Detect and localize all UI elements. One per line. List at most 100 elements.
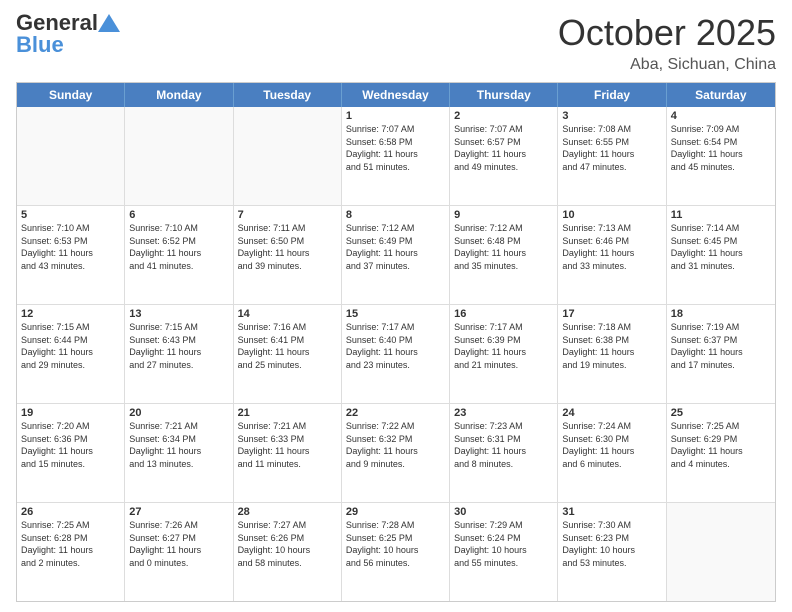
day-cell-25: 25Sunrise: 7:25 AM Sunset: 6:29 PM Dayli… <box>667 404 775 502</box>
day-cell-4: 4Sunrise: 7:09 AM Sunset: 6:54 PM Daylig… <box>667 107 775 205</box>
day-number: 5 <box>21 209 120 221</box>
header-day-tuesday: Tuesday <box>234 83 342 107</box>
day-info: Sunrise: 7:30 AM Sunset: 6:23 PM Dayligh… <box>562 519 661 569</box>
day-info: Sunrise: 7:20 AM Sunset: 6:36 PM Dayligh… <box>21 420 120 470</box>
day-info: Sunrise: 7:22 AM Sunset: 6:32 PM Dayligh… <box>346 420 445 470</box>
day-cell-2: 2Sunrise: 7:07 AM Sunset: 6:57 PM Daylig… <box>450 107 558 205</box>
day-info: Sunrise: 7:07 AM Sunset: 6:58 PM Dayligh… <box>346 123 445 173</box>
day-number: 24 <box>562 407 661 419</box>
day-cell-1: 1Sunrise: 7:07 AM Sunset: 6:58 PM Daylig… <box>342 107 450 205</box>
header-day-saturday: Saturday <box>667 83 775 107</box>
day-number: 15 <box>346 308 445 320</box>
day-cell-12: 12Sunrise: 7:15 AM Sunset: 6:44 PM Dayli… <box>17 305 125 403</box>
header-day-monday: Monday <box>125 83 233 107</box>
day-info: Sunrise: 7:11 AM Sunset: 6:50 PM Dayligh… <box>238 222 337 272</box>
page: General Blue October 2025 Aba, Sichuan, … <box>0 0 792 612</box>
day-cell-13: 13Sunrise: 7:15 AM Sunset: 6:43 PM Dayli… <box>125 305 233 403</box>
empty-cell-w0c2 <box>234 107 342 205</box>
day-cell-26: 26Sunrise: 7:25 AM Sunset: 6:28 PM Dayli… <box>17 503 125 601</box>
day-cell-29: 29Sunrise: 7:28 AM Sunset: 6:25 PM Dayli… <box>342 503 450 601</box>
day-cell-5: 5Sunrise: 7:10 AM Sunset: 6:53 PM Daylig… <box>17 206 125 304</box>
day-info: Sunrise: 7:24 AM Sunset: 6:30 PM Dayligh… <box>562 420 661 470</box>
day-cell-28: 28Sunrise: 7:27 AM Sunset: 6:26 PM Dayli… <box>234 503 342 601</box>
day-info: Sunrise: 7:17 AM Sunset: 6:40 PM Dayligh… <box>346 321 445 371</box>
day-cell-19: 19Sunrise: 7:20 AM Sunset: 6:36 PM Dayli… <box>17 404 125 502</box>
title-month: October 2025 <box>558 12 776 54</box>
day-cell-9: 9Sunrise: 7:12 AM Sunset: 6:48 PM Daylig… <box>450 206 558 304</box>
day-info: Sunrise: 7:13 AM Sunset: 6:46 PM Dayligh… <box>562 222 661 272</box>
week-row-3: 12Sunrise: 7:15 AM Sunset: 6:44 PM Dayli… <box>17 305 775 404</box>
day-info: Sunrise: 7:15 AM Sunset: 6:43 PM Dayligh… <box>129 321 228 371</box>
title-location: Aba, Sichuan, China <box>558 56 776 74</box>
header: General Blue October 2025 Aba, Sichuan, … <box>16 12 776 74</box>
calendar: SundayMondayTuesdayWednesdayThursdayFrid… <box>16 82 776 602</box>
day-info: Sunrise: 7:18 AM Sunset: 6:38 PM Dayligh… <box>562 321 661 371</box>
calendar-header: SundayMondayTuesdayWednesdayThursdayFrid… <box>17 83 775 107</box>
logo-icon <box>98 14 120 32</box>
day-number: 3 <box>562 110 661 122</box>
day-cell-11: 11Sunrise: 7:14 AM Sunset: 6:45 PM Dayli… <box>667 206 775 304</box>
day-cell-24: 24Sunrise: 7:24 AM Sunset: 6:30 PM Dayli… <box>558 404 666 502</box>
day-info: Sunrise: 7:12 AM Sunset: 6:49 PM Dayligh… <box>346 222 445 272</box>
day-cell-6: 6Sunrise: 7:10 AM Sunset: 6:52 PM Daylig… <box>125 206 233 304</box>
day-cell-3: 3Sunrise: 7:08 AM Sunset: 6:55 PM Daylig… <box>558 107 666 205</box>
day-number: 4 <box>671 110 771 122</box>
logo: General Blue <box>16 12 120 56</box>
day-info: Sunrise: 7:08 AM Sunset: 6:55 PM Dayligh… <box>562 123 661 173</box>
day-cell-14: 14Sunrise: 7:16 AM Sunset: 6:41 PM Dayli… <box>234 305 342 403</box>
day-info: Sunrise: 7:21 AM Sunset: 6:33 PM Dayligh… <box>238 420 337 470</box>
day-cell-22: 22Sunrise: 7:22 AM Sunset: 6:32 PM Dayli… <box>342 404 450 502</box>
day-number: 26 <box>21 506 120 518</box>
title-block: October 2025 Aba, Sichuan, China <box>558 12 776 74</box>
header-day-sunday: Sunday <box>17 83 125 107</box>
day-info: Sunrise: 7:09 AM Sunset: 6:54 PM Dayligh… <box>671 123 771 173</box>
day-number: 21 <box>238 407 337 419</box>
day-cell-10: 10Sunrise: 7:13 AM Sunset: 6:46 PM Dayli… <box>558 206 666 304</box>
day-cell-20: 20Sunrise: 7:21 AM Sunset: 6:34 PM Dayli… <box>125 404 233 502</box>
day-number: 18 <box>671 308 771 320</box>
day-number: 14 <box>238 308 337 320</box>
day-info: Sunrise: 7:19 AM Sunset: 6:37 PM Dayligh… <box>671 321 771 371</box>
day-info: Sunrise: 7:29 AM Sunset: 6:24 PM Dayligh… <box>454 519 553 569</box>
day-info: Sunrise: 7:28 AM Sunset: 6:25 PM Dayligh… <box>346 519 445 569</box>
day-info: Sunrise: 7:23 AM Sunset: 6:31 PM Dayligh… <box>454 420 553 470</box>
week-row-4: 19Sunrise: 7:20 AM Sunset: 6:36 PM Dayli… <box>17 404 775 503</box>
day-number: 12 <box>21 308 120 320</box>
header-day-thursday: Thursday <box>450 83 558 107</box>
header-day-friday: Friday <box>558 83 666 107</box>
day-number: 8 <box>346 209 445 221</box>
day-cell-15: 15Sunrise: 7:17 AM Sunset: 6:40 PM Dayli… <box>342 305 450 403</box>
day-info: Sunrise: 7:16 AM Sunset: 6:41 PM Dayligh… <box>238 321 337 371</box>
logo-general-text: General <box>16 12 98 34</box>
day-info: Sunrise: 7:10 AM Sunset: 6:53 PM Dayligh… <box>21 222 120 272</box>
day-number: 7 <box>238 209 337 221</box>
day-number: 23 <box>454 407 553 419</box>
week-row-2: 5Sunrise: 7:10 AM Sunset: 6:53 PM Daylig… <box>17 206 775 305</box>
day-info: Sunrise: 7:07 AM Sunset: 6:57 PM Dayligh… <box>454 123 553 173</box>
day-number: 27 <box>129 506 228 518</box>
empty-cell-w0c0 <box>17 107 125 205</box>
day-number: 6 <box>129 209 228 221</box>
day-info: Sunrise: 7:27 AM Sunset: 6:26 PM Dayligh… <box>238 519 337 569</box>
day-number: 19 <box>21 407 120 419</box>
day-cell-8: 8Sunrise: 7:12 AM Sunset: 6:49 PM Daylig… <box>342 206 450 304</box>
day-info: Sunrise: 7:26 AM Sunset: 6:27 PM Dayligh… <box>129 519 228 569</box>
week-row-1: 1Sunrise: 7:07 AM Sunset: 6:58 PM Daylig… <box>17 107 775 206</box>
day-number: 2 <box>454 110 553 122</box>
day-info: Sunrise: 7:12 AM Sunset: 6:48 PM Dayligh… <box>454 222 553 272</box>
day-number: 10 <box>562 209 661 221</box>
day-info: Sunrise: 7:21 AM Sunset: 6:34 PM Dayligh… <box>129 420 228 470</box>
calendar-body: 1Sunrise: 7:07 AM Sunset: 6:58 PM Daylig… <box>17 107 775 601</box>
week-row-5: 26Sunrise: 7:25 AM Sunset: 6:28 PM Dayli… <box>17 503 775 601</box>
day-cell-30: 30Sunrise: 7:29 AM Sunset: 6:24 PM Dayli… <box>450 503 558 601</box>
logo-blue-text: Blue <box>16 34 64 56</box>
day-number: 1 <box>346 110 445 122</box>
day-cell-16: 16Sunrise: 7:17 AM Sunset: 6:39 PM Dayli… <box>450 305 558 403</box>
day-number: 28 <box>238 506 337 518</box>
day-number: 22 <box>346 407 445 419</box>
day-number: 30 <box>454 506 553 518</box>
day-info: Sunrise: 7:14 AM Sunset: 6:45 PM Dayligh… <box>671 222 771 272</box>
day-number: 31 <box>562 506 661 518</box>
day-number: 11 <box>671 209 771 221</box>
day-number: 16 <box>454 308 553 320</box>
